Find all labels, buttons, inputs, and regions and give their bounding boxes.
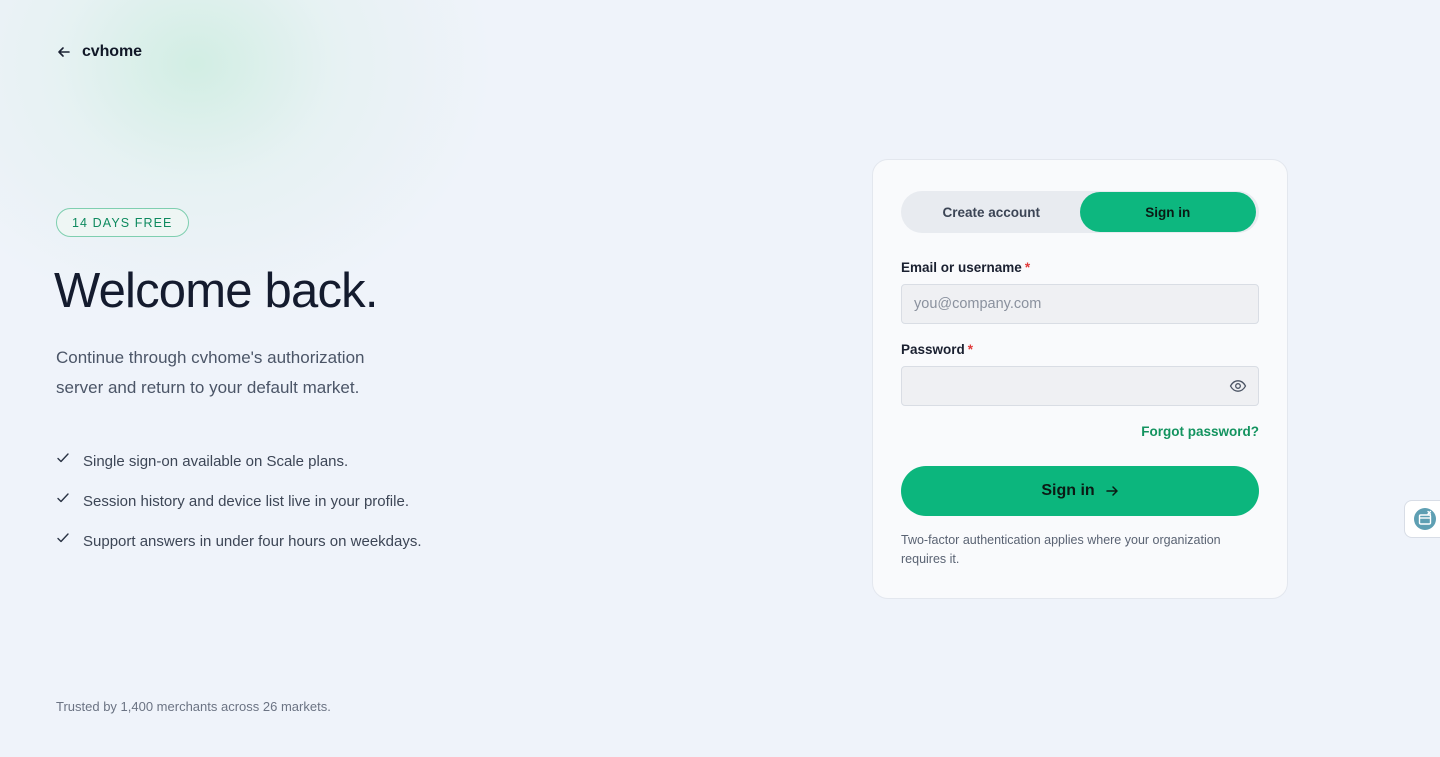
email-label: Email or username * [901, 260, 1030, 275]
list-item: Single sign-on available on Scale plans. [56, 448, 422, 488]
email-label-text: Email or username [901, 260, 1022, 275]
page-subtitle: Continue through cvhome's authorization … [56, 348, 365, 397]
side-widget-button[interactable] [1404, 500, 1440, 538]
required-mark: * [1024, 260, 1031, 275]
trusted-by-text: Trusted by 1,400 merchants across 26 mar… [56, 699, 331, 714]
required-mark: * [967, 342, 974, 357]
arrow-right-icon [1105, 486, 1118, 496]
tab-sign-in[interactable]: Sign in [1079, 192, 1256, 232]
arrow-left-icon [58, 47, 70, 57]
tab-create-account[interactable]: Create account [903, 192, 1080, 232]
password-field[interactable] [901, 366, 1259, 406]
sign-in-button[interactable]: Sign in [901, 466, 1259, 516]
list-item: Support answers in under four hours on w… [56, 528, 422, 568]
feature-text: Session history and device list live in … [83, 493, 409, 510]
list-item: Session history and device list live in … [56, 488, 422, 528]
feature-list: Single sign-on available on Scale plans.… [56, 448, 422, 568]
check-icon [57, 453, 69, 463]
two-factor-note: Two-factor authentication applies where … [901, 533, 1221, 566]
login-page: cvhome 14 DAYS FREE Welcome back. Contin… [0, 0, 1440, 757]
email-field[interactable] [901, 284, 1259, 324]
eye-icon[interactable] [1229, 379, 1247, 393]
free-trial-badge: 14 DAYS FREE [56, 208, 189, 237]
forgot-password-link[interactable]: Forgot password? [1141, 424, 1259, 439]
check-icon [57, 533, 69, 543]
feature-text: Single sign-on available on Scale plans. [83, 453, 349, 470]
sign-in-button-label: Sign in [1041, 482, 1095, 499]
back-home-link[interactable]: cvhome [56, 42, 142, 62]
password-label-text: Password [901, 342, 965, 357]
password-label: Password * [901, 342, 973, 357]
page-title: Welcome back. [54, 264, 378, 318]
brand-name: cvhome [82, 43, 142, 60]
widget-icon [1413, 508, 1436, 530]
auth-card: Create account Sign in Email or username… [872, 159, 1288, 599]
feature-text: Support answers in under four hours on w… [83, 533, 422, 550]
auth-tabs: Create account Sign in [901, 191, 1259, 233]
check-icon [57, 493, 69, 503]
